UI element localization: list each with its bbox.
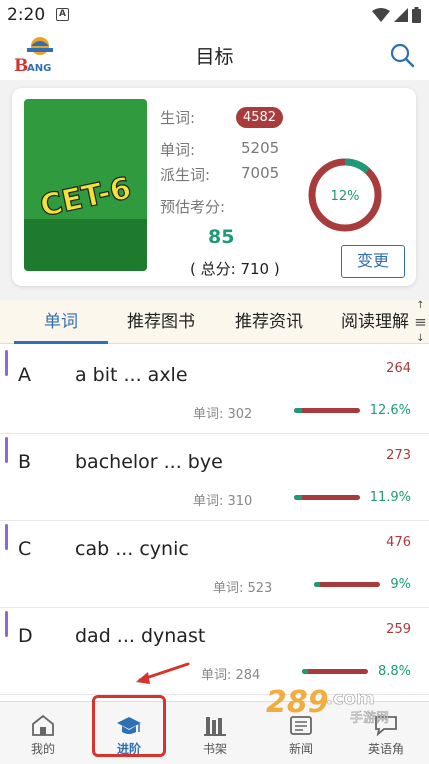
derived-label: 派生词: [160,166,211,184]
wifi-icon [372,8,390,22]
notification-icon: A [56,8,69,21]
list-item[interactable]: A a bit ... axle 264 单词: 302 12.6% [0,348,429,434]
row-percent: 11.9% [369,490,411,505]
goal-card: CET-6 生词: 4582 单词: 5205 派生词: 7005 预估考分: … [12,88,416,286]
page-title: 目标 [195,46,234,68]
derived-value: 7005 [241,164,280,182]
nav-label: 英语角 [367,742,404,756]
nav-bookshelf[interactable]: 书架 [172,702,258,764]
row-count: 273 [386,448,411,463]
row-progress-bar [314,582,380,587]
tab-bar: 单词 推荐图书 推荐资讯 阅读理解 ↑ ≡ ↓ [0,300,429,344]
progress-ring: 12% [308,158,382,232]
active-tab-indicator [14,341,108,344]
row-words: 单词: 284 [201,668,261,683]
nav-label: 书架 [202,742,227,756]
row-progress-bar [294,495,360,500]
scroll-down-icon: ↓ [416,333,425,344]
row-range: bachelor ... bye [75,451,223,473]
cet6-cover-image: CET-6 [24,99,147,271]
row-letter: B [18,451,32,473]
total-score: ( 总分: 710 ) [190,260,280,278]
row-progress-fill [294,495,302,500]
row-words: 单词: 302 [193,407,253,422]
bookshelf-icon [204,717,226,736]
row-marker [5,437,8,463]
home-icon [32,714,54,736]
nav-label: 我的 [30,742,55,756]
row-count: 476 [386,535,411,550]
annotation-highlight [92,695,166,757]
words-label: 单词: [160,141,196,159]
scroll-up-icon: ↑ [416,300,425,311]
nav-label: 新闻 [288,742,313,756]
row-progress-bar [302,669,368,674]
site-watermark: 289 .com 手游网 [266,685,389,725]
vocab-badge: 4582 [236,107,283,128]
svg-text:289: 289 [266,685,329,720]
tab-books[interactable]: 推荐图书 [113,300,209,344]
row-progress-fill [294,408,303,413]
words-value: 5205 [241,139,280,157]
status-bar: 2:20 A [0,0,429,30]
svg-text:手游网: 手游网 [350,711,389,725]
row-letter: C [18,538,32,560]
app-header: B ANG 目标 [0,30,429,80]
tab-menu-button[interactable]: ↑ ≡ ↓ [412,300,429,344]
row-progress-fill [314,582,320,587]
estimate-label: 预估考分: [160,198,226,216]
row-range: dad ... dynast [75,625,206,647]
row-percent: 8.8% [377,664,411,679]
tab-reading[interactable]: 阅读理解 [332,300,418,344]
row-range: a bit ... axle [75,364,188,386]
menu-icon: ≡ [414,313,427,331]
row-range: cab ... cynic [75,538,189,560]
estimated-score: 85 [208,226,235,248]
row-letter: A [18,364,31,386]
row-progress-fill [302,669,308,674]
signal-icon [394,8,408,22]
row-words: 单词: 310 [193,494,253,509]
row-marker [5,524,8,550]
status-time: 2:20 [7,5,46,25]
row-percent: 9% [390,577,411,592]
list-item[interactable]: C cab ... cynic 476 单词: 523 9% [0,522,429,608]
progress-text: 12% [331,189,360,204]
goal-area: CET-6 生词: 4582 单词: 5205 派生词: 7005 预估考分: … [0,80,429,300]
change-button[interactable]: 变更 [341,245,405,278]
row-letter: D [18,625,33,647]
nav-mine[interactable]: 我的 [0,702,86,764]
row-marker [5,611,8,637]
search-icon[interactable] [389,42,415,68]
tab-news[interactable]: 推荐资讯 [221,300,317,344]
list-item[interactable]: B bachelor ... bye 273 单词: 310 11.9% [0,435,429,521]
svg-text:.com: .com [326,688,375,709]
row-progress-bar [294,408,360,413]
annotation-arrow [136,662,190,684]
row-count: 264 [386,361,411,376]
status-icons [372,6,421,24]
battery-icon [412,7,421,23]
row-words: 单词: 523 [213,581,273,596]
tab-words[interactable]: 单词 [14,300,108,344]
vocab-label: 生词: [160,109,196,127]
row-percent: 12.6% [369,403,411,418]
row-marker [5,350,8,376]
row-count: 259 [386,622,411,637]
